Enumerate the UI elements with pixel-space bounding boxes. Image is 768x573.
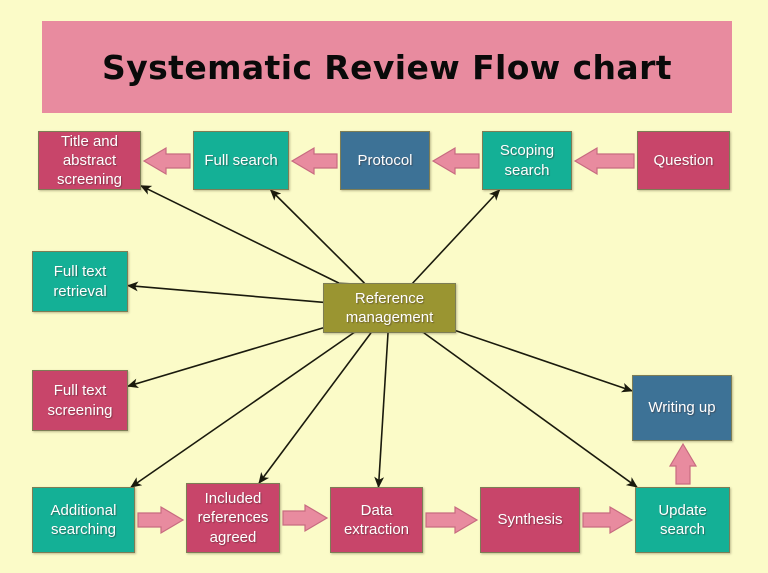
connector-reference-management-to-scoping-search — [402, 189, 501, 294]
block-arrow-included-references-agreed-to-data-extraction — [282, 503, 329, 533]
block-arrow-data-extraction-to-synthesis — [425, 505, 479, 535]
connector-reference-management-to-full-search — [269, 189, 375, 294]
node-label: Full search — [204, 151, 278, 169]
node-question[interactable]: Question — [637, 131, 730, 190]
node-label: Update search — [658, 501, 707, 538]
arrow-shape — [431, 146, 480, 175]
node-full-text-screening[interactable]: Full text screening — [32, 370, 128, 431]
block-arrow-question-to-scoping-search — [573, 146, 635, 175]
arrow-shape — [425, 505, 479, 535]
node-label: Full text screening — [47, 382, 113, 419]
connector-reference-management-to-data-extraction — [374, 322, 394, 489]
title-banner: Systematic Review Flow chart — [42, 21, 732, 113]
node-label: Protocol — [357, 151, 413, 169]
page-title: Systematic Review Flow chart — [102, 47, 672, 87]
node-label: Title and abstract screening — [56, 132, 123, 189]
node-label: Included references agreed — [197, 490, 269, 546]
node-reference-management[interactable]: Reference management — [323, 283, 456, 333]
connector-reference-management-to-title-abstract-screening — [139, 185, 350, 292]
arrow-shape — [137, 505, 185, 535]
node-label: Scoping search — [499, 142, 555, 179]
arrow-shape — [290, 146, 338, 175]
node-writing-up[interactable]: Writing up — [632, 375, 732, 441]
connector-reference-management-to-writing-up — [444, 322, 634, 393]
node-title-abstract-screening[interactable]: Title and abstract screening — [38, 131, 141, 190]
node-label: Question — [653, 151, 714, 169]
arrow-shape — [668, 442, 697, 485]
connector-reference-management-to-update-search — [413, 323, 638, 488]
flowchart-canvas: Systematic Review Flow chart Title and a… — [0, 0, 768, 573]
node-included-references-agreed[interactable]: Included references agreed — [186, 483, 280, 553]
connector-reference-management-to-included-references-agreed — [258, 321, 381, 484]
arrow-shape — [573, 146, 635, 175]
block-arrow-update-search-to-writing-up — [668, 442, 697, 485]
node-protocol[interactable]: Protocol — [340, 131, 430, 190]
node-label: Reference management — [345, 289, 434, 326]
connector-reference-management-to-full-text-retrieval — [126, 281, 334, 309]
node-label: Synthesis — [497, 511, 563, 529]
connector-reference-management-to-full-text-screening — [126, 320, 335, 389]
node-label: Writing up — [648, 399, 716, 417]
node-data-extraction[interactable]: Data extraction — [330, 487, 423, 553]
arrow-shape — [282, 503, 329, 533]
arrow-shape — [582, 505, 634, 535]
node-synthesis[interactable]: Synthesis — [480, 487, 580, 553]
node-full-search[interactable]: Full search — [193, 131, 289, 190]
block-arrow-additional-searching-to-included-references-agreed — [137, 505, 185, 535]
node-full-text-retrieval[interactable]: Full text retrieval — [32, 251, 128, 312]
node-scoping-search[interactable]: Scoping search — [482, 131, 572, 190]
connector-reference-management-to-additional-searching — [130, 323, 365, 488]
block-arrow-scoping-search-to-protocol — [431, 146, 480, 175]
node-label: Additional searching — [50, 501, 117, 538]
block-arrow-protocol-to-full-search — [290, 146, 338, 175]
block-arrow-synthesis-to-update-search — [582, 505, 634, 535]
node-update-search[interactable]: Update search — [635, 487, 730, 553]
node-label: Full text retrieval — [53, 263, 107, 300]
node-additional-searching[interactable]: Additional searching — [32, 487, 135, 553]
node-label: Data extraction — [343, 501, 410, 538]
arrow-shape — [142, 146, 191, 175]
block-arrow-full-search-to-title-abstract-screening — [142, 146, 191, 175]
